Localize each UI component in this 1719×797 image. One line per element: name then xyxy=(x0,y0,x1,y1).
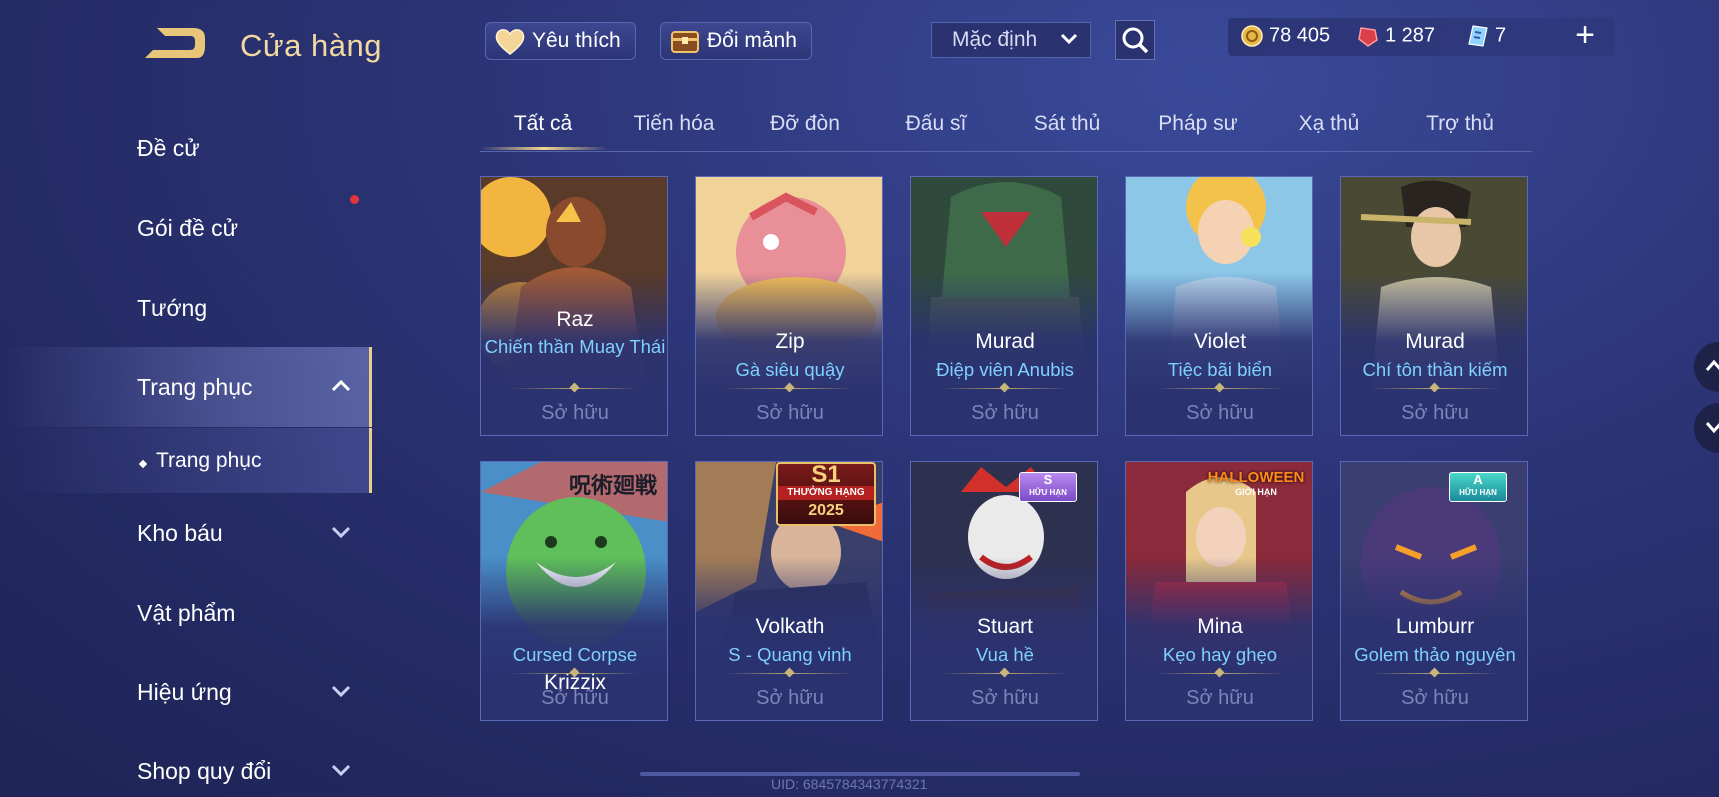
chevron-up-icon xyxy=(331,379,351,392)
owned-status: Sở hữu xyxy=(1401,687,1469,709)
bullet-icon xyxy=(138,459,148,469)
exchange-label: Đổi mảnh xyxy=(707,29,797,52)
treasure-chest-icon xyxy=(671,31,699,53)
owned-status: Sở hữu xyxy=(1186,687,1254,709)
tab-marksman[interactable]: Xạ thủ xyxy=(1266,112,1392,136)
gold-balance: 78 405 xyxy=(1240,24,1330,48)
skin-name: Gà siêu quậy xyxy=(735,359,845,380)
chevron-down-icon xyxy=(331,526,351,539)
sidebar-item-effects[interactable]: Hiệu ứng xyxy=(0,656,372,726)
tab-evolution[interactable]: Tiến hóa xyxy=(611,112,737,136)
skin-name: Chiến thần Muay Thái xyxy=(484,336,666,357)
add-currency-button[interactable]: + xyxy=(1570,18,1600,52)
tab-fighter[interactable]: Đấu sĩ xyxy=(873,112,999,136)
ruby-balance: 1 287 xyxy=(1356,24,1435,48)
skin-card[interactable]: Murad Điệp viên Anubis Sở hữu xyxy=(910,176,1098,436)
ruby-gem-icon xyxy=(1358,27,1378,47)
owned-status: Sở hữu xyxy=(1186,402,1254,424)
skin-card[interactable]: Zip Gà siêu quậy Sở hữu xyxy=(695,176,883,436)
skin-card[interactable]: S HỮU HẠN Stuart Vua hề Sở hữu xyxy=(910,461,1098,721)
notification-dot xyxy=(350,195,359,204)
rank-reward-badge: S1 THƯỞNG HẠNG 2025 xyxy=(776,462,876,526)
hero-name: Stuart xyxy=(976,615,1034,638)
active-tab-indicator xyxy=(480,147,608,150)
sidebar-item-skins[interactable]: Trang phục xyxy=(0,347,372,427)
role-tabs: Tất cả Tiến hóa Đỡ đòn Đấu sĩ Sát thủ Ph… xyxy=(480,100,1532,152)
favorite-label: Yêu thích xyxy=(532,29,621,52)
gold-coin-icon xyxy=(1241,25,1263,47)
chevron-down-icon xyxy=(1060,33,1078,45)
exchange-shards-button[interactable]: Đổi mảnh xyxy=(660,22,812,60)
tab-all[interactable]: Tất cả xyxy=(480,112,606,136)
skin-name: Golem thảo nguyên xyxy=(1354,644,1516,665)
heart-icon xyxy=(495,29,525,55)
scroll-up-button[interactable] xyxy=(1694,342,1719,392)
tier-badge: S HỮU HẠN xyxy=(1019,472,1077,502)
chevron-down-icon xyxy=(331,685,351,698)
skin-card[interactable]: Raz Chiến thần Muay Thái Sở hữu xyxy=(480,176,668,436)
sort-value: Mặc định xyxy=(952,28,1038,51)
hero-name: Violet xyxy=(1193,330,1247,353)
page-title: Cửa hàng xyxy=(240,28,382,63)
skin-card[interactable]: S1 THƯỞNG HẠNG 2025 Volkath S - Quang vi… xyxy=(695,461,883,721)
hero-name: Murad xyxy=(975,330,1035,353)
hero-name: Volkath xyxy=(755,615,825,638)
skin-card[interactable]: Violet Tiệc bãi biển Sở hữu xyxy=(1125,176,1313,436)
favorite-button[interactable]: Yêu thích xyxy=(485,22,636,60)
skin-card[interactable]: Murad Chí tôn thần kiếm Sở hữu xyxy=(1340,176,1528,436)
skin-name: Cursed Corpse xyxy=(512,644,638,665)
hero-name: Zip xyxy=(775,330,805,353)
owned-status: Sở hữu xyxy=(971,402,1039,424)
tier-badge: A HỮU HẠN xyxy=(1449,472,1507,502)
owned-status: Sở hữu xyxy=(541,687,609,709)
skin-name: Chí tôn thần kiếm xyxy=(1362,359,1508,380)
owned-status: Sở hữu xyxy=(756,402,824,424)
back-arrow-icon[interactable] xyxy=(135,24,207,64)
sort-dropdown[interactable]: Mặc định xyxy=(931,22,1091,58)
chevron-down-icon xyxy=(1705,422,1719,434)
voucher-balance: 7 xyxy=(1466,24,1506,48)
skin-name: Kẹo hay ghẹo xyxy=(1162,644,1278,665)
currency-bar: 78 405 1 287 7 xyxy=(1228,18,1614,56)
scroll-down-button[interactable] xyxy=(1694,403,1719,453)
skin-name: Tiệc bãi biển xyxy=(1167,359,1273,380)
sidebar-item-recommended[interactable]: Đề cử xyxy=(0,112,372,182)
skin-card[interactable]: HALLOWEEN GIỚI HẠN Mina Kẹo hay ghẹo Sở … xyxy=(1125,461,1313,721)
owned-status: Sở hữu xyxy=(1401,402,1469,424)
skin-card[interactable]: A HỮU HẠN Lumburr Golem thảo nguyên Sở h… xyxy=(1340,461,1528,721)
tab-mage[interactable]: Pháp sư xyxy=(1135,112,1261,136)
hero-name: Murad xyxy=(1405,330,1465,353)
tab-support[interactable]: Trợ thủ xyxy=(1397,112,1523,136)
sidebar-item-items[interactable]: Vật phẩm xyxy=(0,577,372,647)
sidebar-item-recommended-bundles[interactable]: Gói đề cử xyxy=(0,192,372,262)
skin-name: S - Quang vinh xyxy=(728,644,852,665)
search-button[interactable] xyxy=(1115,20,1155,60)
skin-card[interactable]: 呪術廻戦 Krizzix Cursed Corpse Sở hữu xyxy=(480,461,668,721)
hero-name: Lumburr xyxy=(1395,615,1475,638)
skin-name: Vua hề xyxy=(976,644,1034,665)
skin-name: Điệp viên Anubis xyxy=(936,359,1074,380)
sidebar-item-heroes[interactable]: Tướng xyxy=(0,272,372,342)
sidebar-subitem-skins[interactable]: Trang phục xyxy=(0,428,372,493)
collab-badge: 呪術廻戦 xyxy=(569,473,658,498)
chevron-down-icon xyxy=(331,764,351,777)
hero-name: Raz xyxy=(556,308,594,331)
voucher-icon xyxy=(1468,25,1488,47)
owned-status: Sở hữu xyxy=(971,687,1039,709)
event-badge: HALLOWEEN GIỚI HẠN xyxy=(1207,469,1305,498)
chevron-up-icon xyxy=(1705,359,1719,371)
search-icon xyxy=(1122,27,1149,54)
owned-status: Sở hữu xyxy=(541,402,609,424)
tab-assassin[interactable]: Sát thủ xyxy=(1004,112,1130,136)
hero-name: Mina xyxy=(1197,615,1243,638)
owned-status: Sở hữu xyxy=(756,687,824,709)
tab-tank[interactable]: Đỡ đòn xyxy=(742,112,868,136)
user-id: UID: 6845784343774321 xyxy=(771,776,928,792)
sidebar-item-exchange-shop[interactable]: Shop quy đổi xyxy=(0,735,372,797)
sidebar-item-treasure[interactable]: Kho báu xyxy=(0,497,372,567)
